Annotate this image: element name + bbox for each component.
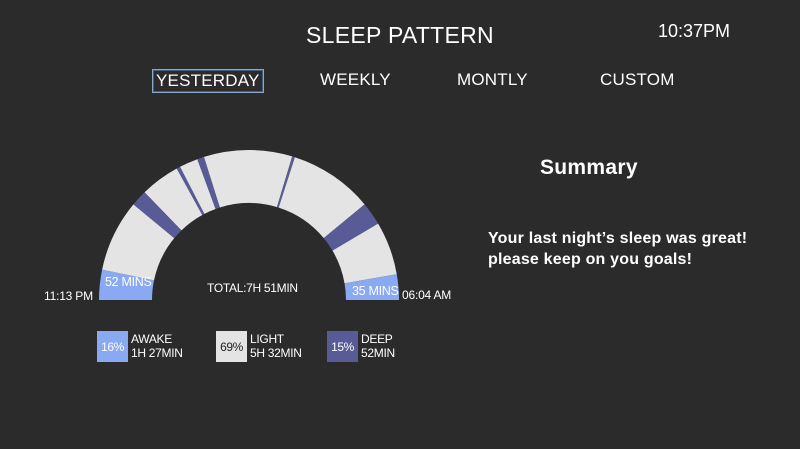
summary-title: Summary — [540, 156, 638, 179]
summary-text: Your last night’s sleep was great! pleas… — [488, 228, 747, 270]
gauge-segment-light — [203, 150, 293, 208]
end-segment-label: 35 MINS — [352, 284, 399, 298]
summary-line-2: please keep on you goals! — [488, 251, 693, 268]
legend-deep: 15% DEEP 52MIN — [327, 331, 395, 362]
awake-name: AWAKE — [131, 332, 172, 346]
light-duration: 5H 32MIN — [250, 346, 302, 360]
deep-swatch: 15% — [327, 331, 358, 362]
legend-light: 69% LIGHT 5H 32MIN — [216, 331, 302, 362]
start-time-label: 11:13 PM — [44, 289, 93, 303]
total-sleep-label: TOTAL:7H 51MIN — [207, 281, 298, 295]
start-segment-label: 52 MINS — [105, 275, 152, 289]
light-percent: 69% — [220, 339, 243, 354]
deep-duration: 52MIN — [361, 346, 395, 360]
summary-line-1: Your last night’s sleep was great! — [488, 230, 748, 247]
legend-awake: 16% AWAKE 1H 27MIN — [97, 331, 183, 362]
light-swatch: 69% — [216, 331, 247, 362]
awake-swatch: 16% — [97, 331, 128, 362]
deep-name: DEEP — [361, 332, 393, 346]
awake-duration: 1H 27MIN — [131, 346, 183, 360]
deep-percent: 15% — [331, 339, 354, 354]
light-name: LIGHT — [250, 332, 284, 346]
end-time-label: 06:04 AM — [402, 288, 452, 302]
awake-percent: 16% — [101, 339, 124, 354]
sleep-gauge — [99, 150, 399, 300]
